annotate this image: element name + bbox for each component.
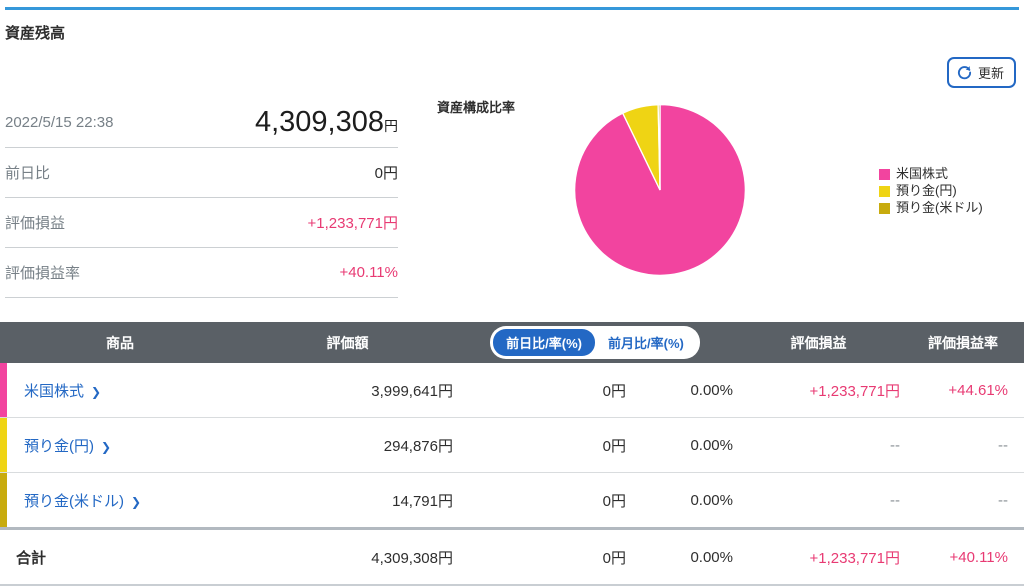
value-cell: 14,791円 (240, 473, 455, 529)
total-label-cell: 合計 (0, 529, 240, 586)
value-cell: 0円 (455, 473, 628, 529)
header-valuation: 評価額 (240, 322, 455, 363)
legend-item: 預り金(米ドル) (879, 200, 983, 216)
summary-label: 評価損益 (5, 212, 65, 233)
period-toggle: 前日比/率(%)前月比/率(%) (490, 326, 700, 359)
value-cell: +1,233,771円 (735, 529, 902, 586)
holdings-table: 商品 評価額 前日比/率(%)前月比/率(%) 評価損益 評価損益率 米国株式 ❯… (0, 322, 1024, 586)
holdings-table-body: 米国株式❯3,999,641円0円0.00%+1,233,771円+44.61%… (0, 363, 1024, 585)
asset-pie-chart (572, 102, 748, 278)
product-link[interactable]: 預り金(米ドル) (24, 493, 124, 510)
summary-panel: 2022/5/15 22:38 4,309,308円 前日比 0円評価損益 +1,2… (5, 98, 398, 298)
legend-item: 米国株式 (879, 166, 983, 182)
value-cell: 0円 (455, 363, 628, 418)
value-cell: 294,876円 (240, 418, 455, 473)
summary-label: 前日比 (5, 162, 50, 183)
header-pl-pct: 評価損益率 (902, 322, 1024, 363)
summary-row: 評価損益率 +40.11% (5, 248, 398, 298)
value-cell: 4,309,308円 (240, 529, 455, 586)
table-header-row: 商品 評価額 前日比/率(%)前月比/率(%) 評価損益 評価損益率 (0, 322, 1024, 363)
legend-item: 預り金(円) (879, 183, 983, 199)
product-link[interactable]: 預り金(円) (24, 438, 94, 455)
value-cell: 0円 (455, 418, 628, 473)
product-cell: 預り金(米ドル) ❯ (0, 473, 240, 529)
summary-label: 評価損益率 (5, 262, 80, 283)
legend-label: 預り金(米ドル) (896, 200, 983, 216)
value-cell: +44.61% (902, 363, 1024, 418)
value-cell: 3,999,641円 (240, 363, 455, 418)
legend-swatch-icon (879, 186, 890, 197)
legend-swatch-icon (879, 169, 890, 180)
page-title: 資産残高 (5, 22, 65, 43)
value-cell: -- (735, 418, 902, 473)
table-row: 米国株式 ❯ 3,999,641円0円0.00%+1,233,771円+44.61% (0, 363, 1024, 418)
legend-swatch-icon (879, 203, 890, 214)
summary-row: 前日比 0円 (5, 148, 398, 198)
refresh-button-label: 更新 (978, 63, 1004, 82)
value-cell: 0.00% (628, 418, 735, 473)
chart-legend: 米国株式預り金(円)預り金(米ドル) (879, 166, 983, 216)
product-cell: 預り金(円) ❯ (0, 418, 240, 473)
legend-label: 米国株式 (896, 166, 948, 182)
summary-row: 評価損益 +1,233,771円 (5, 198, 398, 248)
value-cell: 0円 (455, 529, 628, 586)
chart-title: 資産構成比率 (437, 97, 515, 116)
header-toggle-cell: 前日比/率(%)前月比/率(%) (455, 322, 735, 363)
value-cell: +1,233,771円 (735, 363, 902, 418)
category-color-stripe (0, 418, 7, 472)
refresh-button[interactable]: 更新 (947, 57, 1016, 88)
value-cell: 0.00% (628, 363, 735, 418)
category-color-stripe (0, 363, 7, 417)
product-cell: 米国株式 ❯ (0, 363, 240, 418)
product-link[interactable]: 米国株式 (24, 383, 84, 400)
value-cell: +40.11% (902, 529, 1024, 586)
summary-value: 0円 (375, 162, 398, 183)
chevron-right-icon: ❯ (101, 440, 111, 454)
header-product: 商品 (0, 322, 240, 363)
value-cell: -- (735, 473, 902, 529)
summary-row-total: 2022/5/15 22:38 4,309,308円 (5, 98, 398, 148)
chevron-right-icon: ❯ (91, 385, 101, 399)
summary-timestamp: 2022/5/15 22:38 (5, 114, 113, 131)
table-total-row: 合計4,309,308円0円0.00%+1,233,771円+40.11% (0, 529, 1024, 586)
value-cell: 0.00% (628, 473, 735, 529)
chevron-right-icon: ❯ (131, 495, 141, 509)
refresh-icon (957, 65, 972, 80)
top-accent-bar (5, 7, 1019, 10)
value-cell: -- (902, 473, 1024, 529)
asset-summary-section: 資産残高 更新 2022/5/15 22:38 4,309,308円 前日比 0円… (0, 0, 1024, 322)
summary-value: +40.11% (339, 264, 398, 281)
total-asset-value: 4,309,308円 (255, 106, 398, 139)
legend-label: 預り金(円) (896, 183, 957, 199)
value-cell: 0.00% (628, 529, 735, 586)
table-row: 預り金(米ドル)❯14,791円0円0.00%---- (0, 473, 1024, 529)
table-row: 預り金(円)❯294,876円0円0.00%---- (0, 418, 1024, 473)
category-color-stripe (0, 473, 7, 527)
summary-value: +1,233,771円 (308, 212, 399, 233)
toggle-option[interactable]: 前月比/率(%) (595, 329, 697, 356)
value-cell: -- (902, 418, 1024, 473)
toggle-option[interactable]: 前日比/率(%) (493, 329, 595, 356)
header-pl: 評価損益 (735, 322, 902, 363)
